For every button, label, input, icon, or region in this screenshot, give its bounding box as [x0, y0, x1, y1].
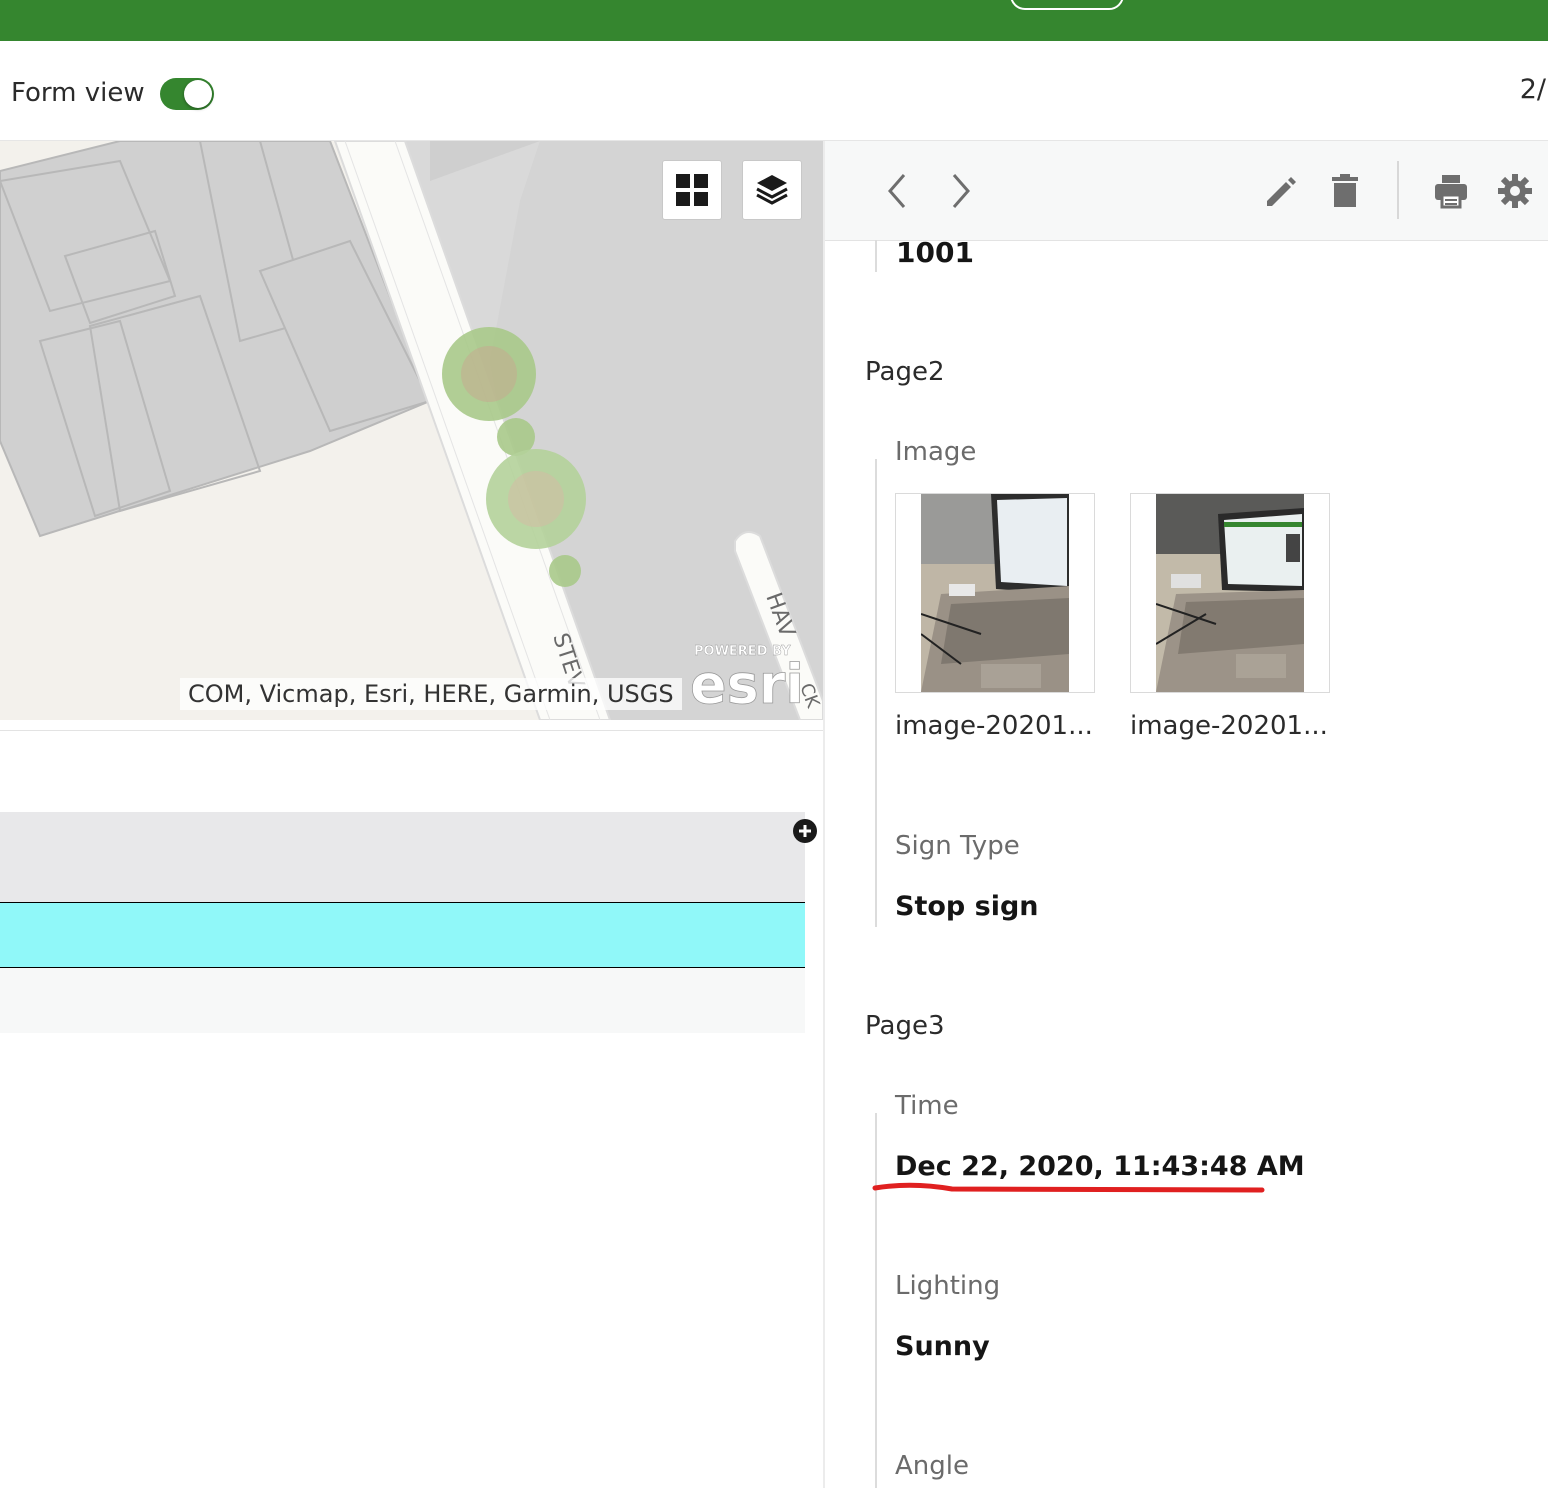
laptop-photo [921, 494, 1069, 692]
form-view-label: Form view [11, 78, 145, 108]
edit-button[interactable] [1261, 171, 1301, 211]
app-header-bar [0, 0, 1548, 41]
layers-icon [756, 175, 788, 205]
sign-type-label: Sign Type [895, 831, 1020, 861]
view-toolbar: Form view 2/ [0, 41, 1548, 141]
table-area [0, 968, 805, 1493]
laptop-photo [1156, 494, 1304, 692]
settings-button[interactable] [1495, 171, 1535, 211]
popup-toolbar [825, 141, 1548, 241]
field-rail [875, 1113, 877, 1488]
section-title-page3: Page3 [865, 1011, 945, 1041]
previous-button[interactable] [877, 171, 917, 211]
image-attachment-1[interactable] [895, 493, 1095, 693]
field-rail [875, 459, 877, 927]
angle-label: Angle [895, 1451, 969, 1481]
time-label: Time [895, 1091, 959, 1121]
image-caption[interactable]: image-20201... [895, 711, 1105, 741]
table-body [0, 1033, 805, 1493]
map-canvas[interactable]: STEV HAV CK [0, 141, 823, 720]
chevron-right-icon [952, 174, 970, 208]
basemap-gallery-button[interactable] [662, 160, 722, 220]
esri-logo: POWERED BY esri [690, 644, 804, 711]
field-rail [875, 240, 877, 272]
section-title-page2: Page2 [865, 357, 945, 387]
next-button[interactable] [941, 171, 981, 211]
table-header [0, 812, 805, 902]
feature-popup: 1001 Page2 Image image-20201... image-20… [825, 141, 1548, 1488]
add-circle-icon[interactable] [792, 818, 818, 844]
layer-list-button[interactable] [742, 160, 802, 220]
print-button[interactable] [1431, 171, 1471, 211]
record-counter: 2/ [1519, 74, 1546, 105]
image-label: Image [895, 437, 977, 467]
svg-text:esri: esri [690, 653, 804, 711]
map-view[interactable]: STEV HAV CK COM, Vicmap, Esri, HERE, Gar… [0, 141, 823, 720]
trash-icon [1332, 174, 1358, 207]
image-attachment-2[interactable] [1130, 493, 1330, 693]
lighting-value: Sunny [895, 1331, 990, 1362]
table-row-selected[interactable] [0, 902, 805, 968]
left-pane: STEV HAV CK COM, Vicmap, Esri, HERE, Gar… [0, 141, 823, 1493]
delete-button[interactable] [1325, 171, 1365, 211]
time-value: Dec 22, 2020, 11:43:48 AM [895, 1151, 1305, 1182]
map-attribution[interactable]: COM, Vicmap, Esri, HERE, Garmin, USGS [180, 678, 682, 710]
lighting-label: Lighting [895, 1271, 1001, 1301]
image-caption[interactable]: image-20201... [1130, 711, 1340, 741]
field-value-id: 1001 [896, 236, 974, 269]
toolbar-separator [1397, 161, 1399, 219]
form-view-toggle[interactable] [160, 78, 214, 110]
header-pill-button[interactable] [1010, 0, 1124, 10]
printer-icon [1435, 175, 1467, 209]
sign-type-value: Stop sign [895, 891, 1039, 922]
annotation-underline [872, 1182, 1265, 1193]
divider [0, 730, 823, 731]
chevron-left-icon [888, 174, 906, 208]
grid-icon [676, 174, 708, 206]
pencil-icon [1267, 177, 1296, 206]
gear-icon [1498, 174, 1532, 208]
toggle-knob [184, 80, 212, 108]
